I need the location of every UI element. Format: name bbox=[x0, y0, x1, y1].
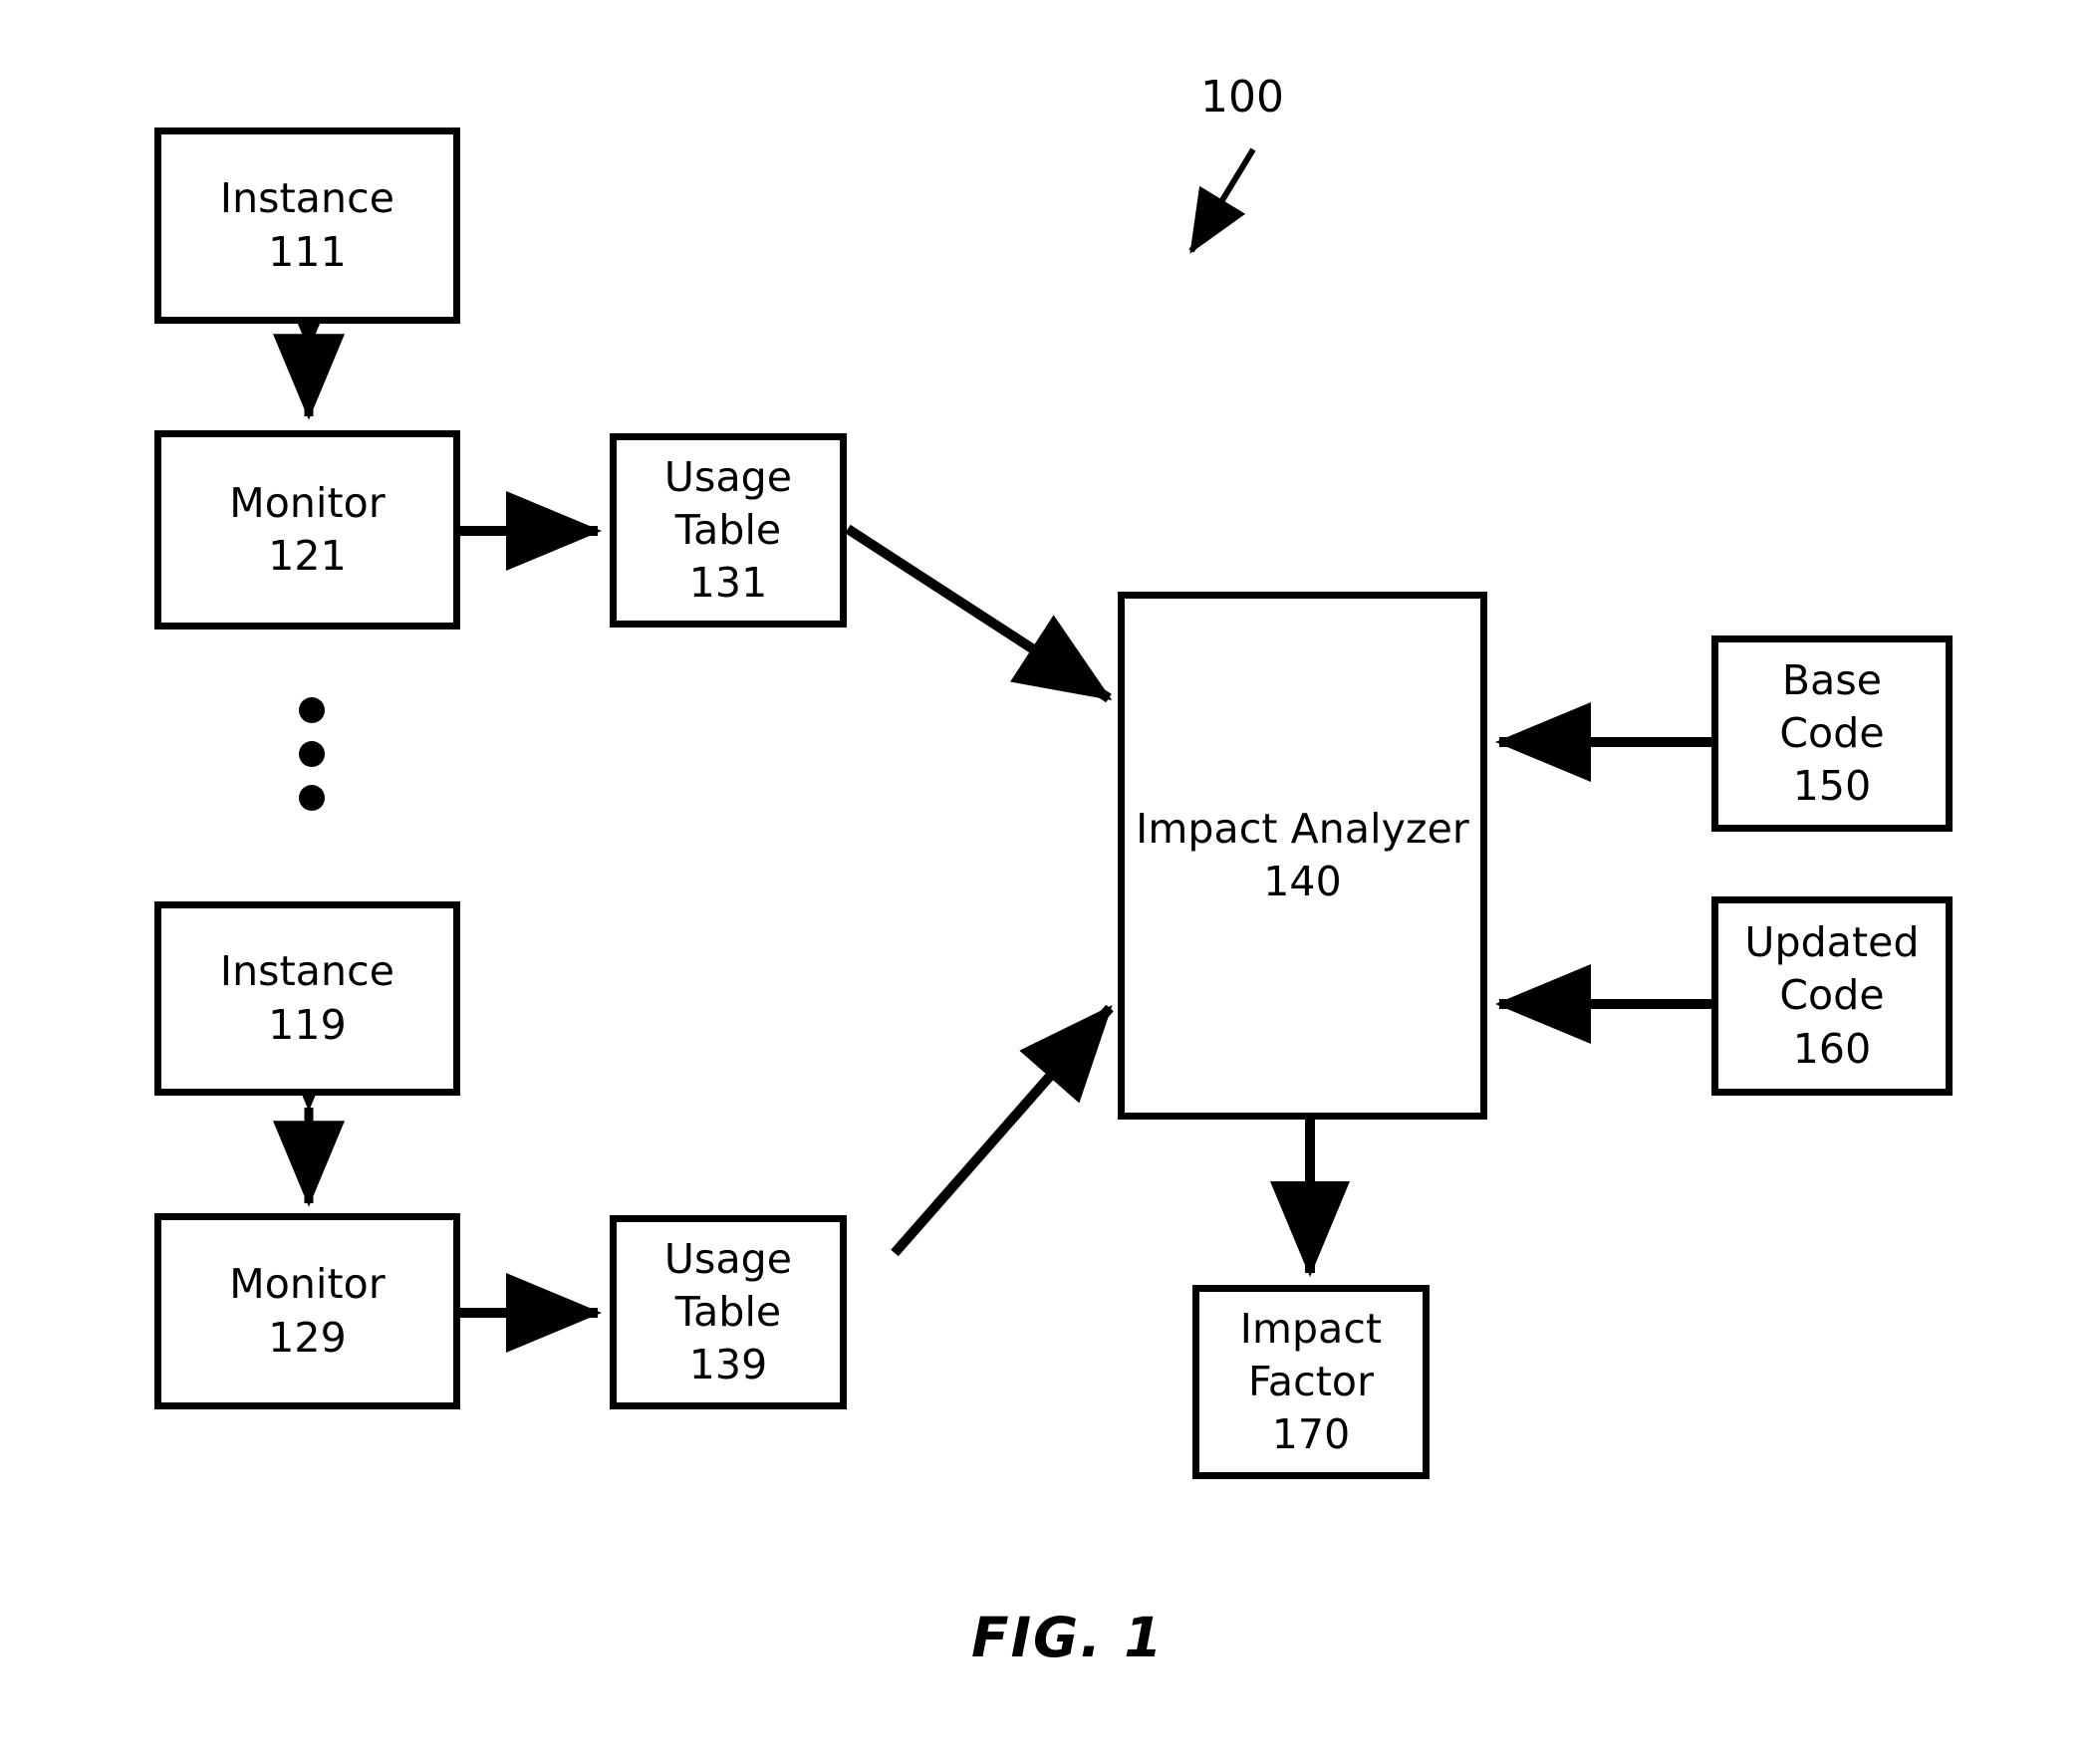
node-monitor-121: Monitor 121 bbox=[154, 430, 460, 630]
node-line: Monitor bbox=[229, 1260, 386, 1309]
node-line: 129 bbox=[268, 1313, 347, 1362]
reference-100-pointer-arrow bbox=[1188, 147, 1256, 254]
node-impact-analyzer-140: Impact Analyzer 140 bbox=[1118, 592, 1487, 1120]
node-line: Table bbox=[674, 505, 782, 554]
node-line: 131 bbox=[688, 559, 768, 608]
node-line: Base bbox=[1781, 655, 1883, 704]
ellipsis-dot bbox=[299, 697, 325, 723]
node-line: Impact Analyzer bbox=[1136, 804, 1469, 853]
node-line: Usage bbox=[663, 452, 793, 501]
node-usage-table-131: Usage Table 131 bbox=[610, 433, 847, 628]
node-instance-111: Instance 111 bbox=[154, 127, 460, 324]
node-line: Monitor bbox=[229, 478, 386, 527]
node-line: Instance bbox=[219, 947, 395, 996]
figure-caption: FIG. 1 bbox=[971, 1606, 1165, 1669]
node-instance-119: Instance 119 bbox=[154, 901, 460, 1096]
reference-numeral-100: 100 bbox=[1200, 72, 1284, 123]
node-base-code-150: Base Code 150 bbox=[1711, 635, 1953, 832]
ellipsis-dot bbox=[299, 785, 325, 811]
patent-figure: 100 Instance 111 Monitor 121 Usage Table… bbox=[0, 0, 2089, 1764]
node-line: Table bbox=[674, 1287, 782, 1336]
node-line: 160 bbox=[1792, 1024, 1872, 1073]
node-line: 119 bbox=[268, 1000, 347, 1049]
node-usage-table-139: Usage Table 139 bbox=[610, 1215, 847, 1409]
node-line: 121 bbox=[268, 532, 347, 580]
node-line: Updated bbox=[1744, 918, 1920, 967]
node-updated-code-160: Updated Code 160 bbox=[1711, 896, 1953, 1096]
node-line: Usage bbox=[663, 1234, 793, 1283]
node-line: 150 bbox=[1792, 762, 1872, 811]
node-line: Code bbox=[1779, 708, 1885, 757]
node-line: 170 bbox=[1271, 1410, 1351, 1459]
node-line: 111 bbox=[268, 227, 347, 276]
node-line: Instance bbox=[219, 174, 395, 223]
node-line: Factor bbox=[1247, 1357, 1375, 1405]
usage-table-139-impact-analyzer-connector bbox=[891, 1004, 1114, 1257]
ellipsis-dot bbox=[299, 741, 325, 767]
node-line: 140 bbox=[1263, 858, 1342, 905]
node-line: 139 bbox=[688, 1341, 768, 1389]
usage-table-131-impact-analyzer-connector bbox=[845, 524, 1113, 703]
node-line: Impact bbox=[1239, 1304, 1383, 1353]
node-monitor-129: Monitor 129 bbox=[154, 1213, 460, 1409]
node-line: Code bbox=[1779, 971, 1885, 1020]
node-impact-factor-170: Impact Factor 170 bbox=[1192, 1285, 1430, 1479]
